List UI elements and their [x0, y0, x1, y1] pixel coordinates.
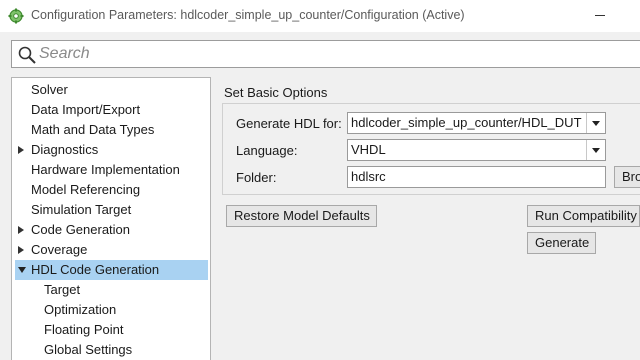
minimize-button[interactable] [585, 0, 617, 32]
window-title: Configuration Parameters: hdlcoder_simpl… [31, 8, 465, 22]
section-title: Set Basic Options [224, 85, 328, 100]
folder-input[interactable] [351, 169, 591, 184]
tree-item-hardware-implementation[interactable]: Hardware Implementation [12, 160, 210, 180]
search-box[interactable] [11, 40, 640, 68]
expand-caret-icon[interactable] [18, 246, 24, 254]
tree-item-label: Global Settings [44, 342, 133, 357]
language-value: VHDL [351, 142, 386, 157]
tree-item-code-generation[interactable]: Code Generation [12, 220, 210, 240]
generate-hdl-for-dropdown[interactable]: hdlcoder_simple_up_counter/HDL_DUT [347, 112, 606, 134]
chevron-down-icon[interactable] [586, 140, 605, 160]
tree-item-floating-point[interactable]: Floating Point [12, 320, 210, 340]
tree-item-target[interactable]: Target [12, 280, 210, 300]
chevron-down-icon[interactable] [586, 113, 605, 133]
run-compatibility-checker-button[interactable]: Run Compatibility Checker [527, 205, 640, 227]
browse-button-label: Browse [622, 169, 640, 184]
tree-item-optimization[interactable]: Optimization [12, 300, 210, 320]
generate-button[interactable]: Generate [527, 232, 596, 254]
tree-item-data-import-export[interactable]: Data Import/Export [12, 100, 210, 120]
language-dropdown[interactable]: VHDL [347, 139, 606, 161]
tree-item-label: Code Generation [31, 222, 131, 237]
matlab-gear-icon [8, 8, 24, 24]
tree-item-simulation-target[interactable]: Simulation Target [12, 200, 210, 220]
generate-hdl-for-label: Generate HDL for: [236, 116, 342, 131]
tree-item-label: Optimization [44, 302, 117, 317]
generate-button-label: Generate [535, 235, 590, 250]
basic-options-group: Generate HDL for: hdlcoder_simple_up_cou… [222, 103, 640, 195]
tree-item-label: Model Referencing [31, 182, 141, 197]
collapse-caret-icon[interactable] [18, 267, 26, 273]
tree-item-label: Data Import/Export [31, 102, 141, 117]
tree-item-label: Target [44, 282, 81, 297]
tree-item-math-and-data-types[interactable]: Math and Data Types [12, 120, 210, 140]
tree-item-hdl-code-generation[interactable]: HDL Code Generation [15, 260, 208, 280]
folder-field[interactable] [347, 166, 606, 188]
run-compatibility-checker-label: Run Compatibility Checker [535, 208, 639, 223]
category-tree: Solver Data Import/Export Math and Data … [11, 77, 211, 360]
tree-item-solver[interactable]: Solver [12, 80, 210, 100]
expand-caret-icon[interactable] [18, 146, 24, 154]
tree-item-label: Floating Point [44, 322, 124, 337]
tree-item-label: Coverage [31, 242, 88, 257]
tree-item-label: Hardware Implementation [31, 162, 180, 177]
restore-model-defaults-button[interactable]: Restore Model Defaults [226, 205, 377, 227]
language-label: Language: [236, 143, 298, 158]
tree-item-label: Diagnostics [31, 142, 99, 157]
search-input[interactable] [39, 43, 639, 65]
tree-item-label: Math and Data Types [31, 122, 155, 137]
tree-item-global-settings[interactable]: Global Settings [12, 340, 210, 360]
tree-item-diagnostics[interactable]: Diagnostics [12, 140, 210, 160]
search-icon [18, 46, 36, 64]
generate-hdl-for-value: hdlcoder_simple_up_counter/HDL_DUT [351, 115, 582, 130]
restore-model-defaults-label: Restore Model Defaults [234, 208, 370, 223]
tree-item-coverage[interactable]: Coverage [12, 240, 210, 260]
browse-button[interactable]: Browse [614, 166, 640, 188]
tree-item-label: Solver [31, 82, 68, 97]
expand-caret-icon[interactable] [18, 226, 24, 234]
tree-item-model-referencing[interactable]: Model Referencing [12, 180, 210, 200]
folder-label: Folder: [236, 170, 277, 185]
tree-item-label: HDL Code Generation [31, 262, 160, 277]
title-bar: Configuration Parameters: hdlcoder_simpl… [0, 0, 640, 32]
tree-item-label: Simulation Target [31, 202, 132, 217]
